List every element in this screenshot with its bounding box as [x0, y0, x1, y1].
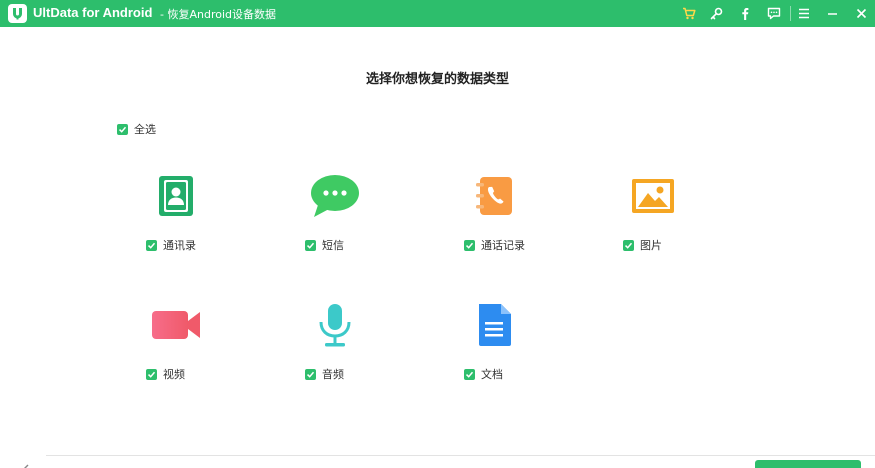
- category-contacts[interactable]: 通讯录: [146, 171, 266, 271]
- facebook-icon[interactable]: [733, 0, 757, 27]
- category-label: 通讯录: [163, 239, 196, 252]
- feedback-icon[interactable]: [762, 0, 786, 27]
- call-log-icon: [464, 171, 524, 221]
- checkbox-checked-icon[interactable]: [464, 368, 475, 380]
- checkbox-checked-icon[interactable]: [464, 239, 475, 251]
- toolbar-divider: [790, 6, 791, 21]
- category-document[interactable]: 文档: [464, 300, 584, 400]
- category-label: 视频: [163, 368, 185, 381]
- category-call-log[interactable]: 通话记录: [464, 171, 584, 271]
- checkbox-checked-icon[interactable]: [146, 368, 157, 380]
- key-icon[interactable]: [704, 0, 728, 27]
- category-messages[interactable]: 短信: [305, 171, 425, 271]
- category-label: 文档: [481, 368, 503, 381]
- cart-icon[interactable]: [677, 0, 701, 27]
- photos-icon: [623, 171, 683, 221]
- checkbox-checked-icon: [117, 123, 128, 135]
- app-title: UltData for Android: [33, 5, 153, 20]
- category-photos[interactable]: 图片: [623, 171, 743, 271]
- menu-icon[interactable]: [792, 0, 816, 27]
- app-subtitle: - 恢复Android设备数据: [160, 8, 276, 21]
- audio-icon: [305, 300, 365, 350]
- category-video[interactable]: 视频: [146, 300, 266, 400]
- video-icon: [146, 300, 206, 350]
- page-title: 选择你想恢复的数据类型: [365, 72, 509, 87]
- minimize-icon[interactable]: [820, 0, 844, 27]
- title-bar: UltData for Android - 恢复Android设备数据: [0, 0, 875, 27]
- messages-icon: [305, 171, 365, 221]
- footer-divider: [46, 455, 875, 456]
- checkbox-checked-icon[interactable]: [623, 239, 634, 251]
- select-all-checkbox[interactable]: 全选: [117, 121, 156, 137]
- back-arrow-icon[interactable]: [14, 458, 34, 468]
- category-label: 图片: [640, 239, 662, 252]
- next-button[interactable]: [755, 460, 861, 468]
- category-audio[interactable]: 音频: [305, 300, 425, 400]
- document-icon: [464, 300, 524, 350]
- category-label: 短信: [322, 239, 344, 252]
- select-all-label: 全选: [134, 123, 156, 136]
- contacts-icon: [146, 171, 206, 221]
- app-logo-icon: [8, 4, 27, 23]
- checkbox-checked-icon[interactable]: [146, 239, 157, 251]
- checkbox-checked-icon[interactable]: [305, 239, 316, 251]
- category-label: 通话记录: [481, 239, 525, 252]
- close-icon[interactable]: [849, 0, 873, 27]
- checkbox-checked-icon[interactable]: [305, 368, 316, 380]
- category-label: 音频: [322, 368, 344, 381]
